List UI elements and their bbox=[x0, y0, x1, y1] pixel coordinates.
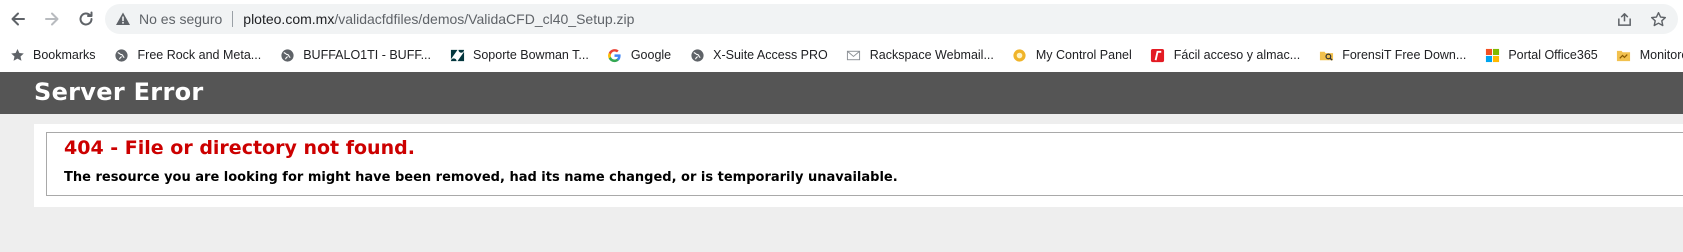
office365-icon bbox=[1484, 47, 1500, 63]
error-title: 404 - File or directory not found. bbox=[64, 137, 415, 159]
security-label[interactable]: No es seguro bbox=[139, 11, 222, 27]
control-panel-icon bbox=[1012, 47, 1028, 63]
error-message: The resource you are looking for might h… bbox=[64, 170, 898, 185]
server-error-header: Server Error bbox=[0, 72, 1683, 114]
bookmark-item-monitoreo[interactable]: Monitoreo de Enlac... bbox=[1607, 42, 1683, 68]
bookmark-label: Monitoreo de Enlac... bbox=[1639, 48, 1683, 62]
globe-icon bbox=[114, 47, 130, 63]
bookmark-label: X-Suite Access PRO bbox=[713, 48, 828, 62]
forward-button[interactable] bbox=[35, 2, 69, 36]
bookmark-item-google[interactable]: Google bbox=[598, 42, 680, 68]
bookmark-star-icon[interactable] bbox=[1646, 7, 1670, 31]
star-icon bbox=[9, 47, 25, 63]
bookmark-item-soporte-bowman[interactable]: Soporte Bowman T... bbox=[440, 42, 598, 68]
bookmark-item-x-suite[interactable]: X-Suite Access PRO bbox=[680, 42, 837, 68]
address-separator bbox=[232, 11, 234, 27]
share-icon[interactable] bbox=[1612, 7, 1636, 31]
bookmark-label: BUFFALO1TI - BUFF... bbox=[303, 48, 431, 62]
url-host: ploteo.com.mx bbox=[243, 11, 335, 27]
warning-icon[interactable] bbox=[115, 11, 131, 27]
bookmark-label: Rackspace Webmail... bbox=[869, 48, 994, 62]
red-r-icon bbox=[1150, 47, 1166, 63]
error-box: 404 - File or directory not found. The r… bbox=[46, 132, 1683, 196]
bookmark-item-office365[interactable]: Portal Office365 bbox=[1475, 42, 1606, 68]
globe-icon bbox=[279, 47, 295, 63]
mail-icon bbox=[846, 47, 862, 63]
url-text[interactable]: ploteo.com.mx/validacfdfiles/demos/Valid… bbox=[243, 11, 634, 27]
arrow-left-icon bbox=[11, 12, 25, 26]
page-title: Server Error bbox=[34, 78, 204, 106]
google-icon bbox=[607, 47, 623, 63]
bookmark-item-bookmarks[interactable]: Bookmarks bbox=[0, 42, 105, 68]
bookmark-label: ForensiT Free Down... bbox=[1342, 48, 1467, 62]
bookmark-label: Soporte Bowman T... bbox=[473, 48, 589, 62]
back-button[interactable] bbox=[1, 2, 35, 36]
bookmark-item-buffalo[interactable]: BUFFALO1TI - BUFF... bbox=[270, 42, 440, 68]
bookmark-label: Bookmarks bbox=[33, 48, 96, 62]
bookmark-label: My Control Panel bbox=[1035, 48, 1132, 62]
monitor-folder-icon bbox=[1616, 47, 1632, 63]
bookmark-label: Free Rock and Meta... bbox=[137, 48, 262, 62]
reload-icon bbox=[79, 11, 93, 26]
browser-toolbar: No es seguro ploteo.com.mx/validacfdfile… bbox=[0, 0, 1683, 38]
bookmark-label: Portal Office365 bbox=[1508, 48, 1598, 62]
forensit-icon bbox=[1318, 47, 1334, 63]
bookmark-item-forensit[interactable]: ForensiT Free Down... bbox=[1309, 42, 1475, 68]
globe-icon bbox=[689, 47, 705, 63]
url-path: /validacfdfiles/demos/ValidaCFD_cl40_Set… bbox=[334, 11, 635, 27]
bookmarks-bar: Bookmarks Free Rock and Meta... BUFFALO1… bbox=[0, 38, 1683, 72]
bookmark-label: Fácil acceso y almac... bbox=[1173, 48, 1301, 62]
bookmark-item-rackspace[interactable]: Rackspace Webmail... bbox=[837, 42, 1003, 68]
arrow-right-icon bbox=[45, 12, 59, 26]
address-bar[interactable]: No es seguro ploteo.com.mx/validacfdfile… bbox=[105, 4, 1678, 34]
bookmark-item-control-panel[interactable]: My Control Panel bbox=[1003, 42, 1141, 68]
bookmark-item-free-rock[interactable]: Free Rock and Meta... bbox=[105, 42, 271, 68]
reload-button[interactable] bbox=[69, 2, 103, 36]
bookmark-label: Google bbox=[630, 48, 672, 62]
bookmark-item-facil-acceso[interactable]: Fácil acceso y almac... bbox=[1141, 42, 1309, 68]
zendesk-icon bbox=[449, 47, 465, 63]
error-content: 404 - File or directory not found. The r… bbox=[34, 124, 1683, 207]
